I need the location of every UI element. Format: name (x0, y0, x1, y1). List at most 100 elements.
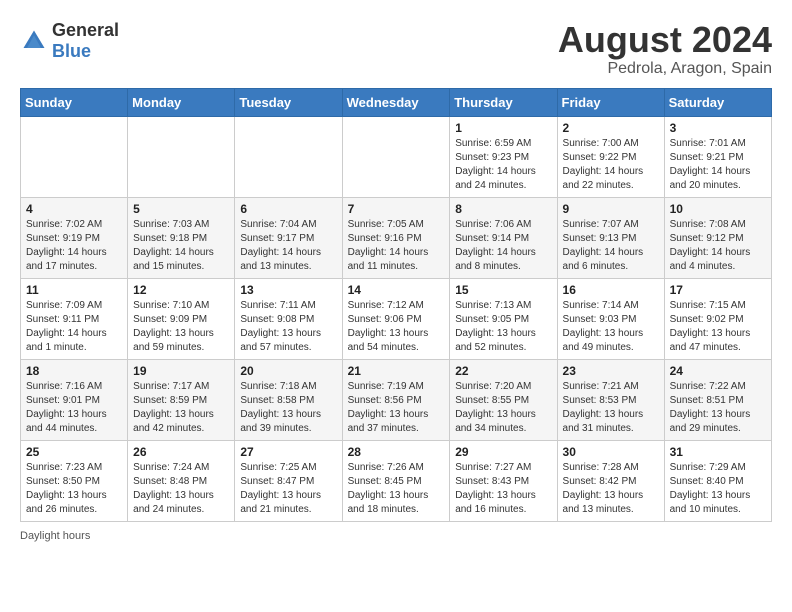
calendar-cell: 9Sunrise: 7:07 AMSunset: 9:13 PMDaylight… (557, 197, 664, 278)
calendar-week-row: 1 Sunrise: 6:59 AMSunset: 9:23 PMDaylight… (21, 116, 772, 197)
calendar-cell: 26 Sunrise: 7:24 AMSunset: 8:48 PMDayligh… (128, 440, 235, 521)
day-header-tuesday: Tuesday (235, 88, 342, 116)
day-info: Sunrise: 7:03 AMSunset: 9:18 PMDaylight:… (133, 218, 229, 274)
day-info: Sunrise: 7:20 AMSunset: 8:55 PMDaylight:… (455, 380, 551, 436)
day-info: Sunrise: 7:14 AMSunset: 9:03 PMDaylight:… (563, 299, 659, 355)
calendar-week-row: 25Sunrise: 7:23 AMSunset: 8:50 PMDayligh… (21, 440, 772, 521)
calendar-cell (342, 116, 450, 197)
calendar-cell: 31 Sunrise: 7:29 AMSunset: 8:40 PMDayligh… (664, 440, 771, 521)
day-info: Sunrise: 7:18 AMSunset: 8:58 PMDaylight:… (240, 380, 336, 436)
day-number: 10 (670, 202, 766, 216)
day-info: Sunrise: 7:07 AMSunset: 9:13 PMDaylight:… (563, 218, 659, 274)
calendar-cell: 22 Sunrise: 7:20 AMSunset: 8:55 PMDayligh… (450, 359, 557, 440)
day-info: Sunrise: 7:16 AMSunset: 9:01 PMDaylight:… (26, 380, 122, 436)
day-info: Sunrise: 7:15 AMSunset: 9:02 PMDaylight:… (670, 299, 766, 355)
day-number: 7 (348, 202, 445, 216)
day-number: 14 (348, 283, 445, 297)
day-number: 1 (455, 121, 551, 135)
day-header-friday: Friday (557, 88, 664, 116)
calendar-week-row: 18Sunrise: 7:16 AMSunset: 9:01 PMDayligh… (21, 359, 772, 440)
page-header: General Blue August 2024 Pedrola, Aragon… (20, 20, 772, 78)
calendar-cell: 29 Sunrise: 7:27 AMSunset: 8:43 PMDayligh… (450, 440, 557, 521)
calendar-cell: 5Sunrise: 7:03 AMSunset: 9:18 PMDaylight… (128, 197, 235, 278)
day-info: Sunrise: 7:29 AMSunset: 8:40 PMDaylight:… (670, 461, 766, 517)
day-info: Sunrise: 7:00 AMSunset: 9:22 PMDaylight:… (563, 137, 659, 193)
day-info: Sunrise: 7:17 AMSunset: 8:59 PMDaylight:… (133, 380, 229, 436)
day-number: 21 (348, 364, 445, 378)
calendar-cell: 6 Sunrise: 7:04 AMSunset: 9:17 PMDaylight… (235, 197, 342, 278)
day-info: Sunrise: 7:24 AMSunset: 8:48 PMDaylight:… (133, 461, 229, 517)
logo: General Blue (20, 20, 119, 62)
day-number: 13 (240, 283, 336, 297)
day-info: Sunrise: 7:12 AMSunset: 9:06 PMDaylight:… (348, 299, 445, 355)
day-info: Sunrise: 7:22 AMSunset: 8:51 PMDaylight:… (670, 380, 766, 436)
calendar-cell: 27Sunrise: 7:25 AMSunset: 8:47 PMDayligh… (235, 440, 342, 521)
calendar-cell: 7 Sunrise: 7:05 AMSunset: 9:16 PMDaylight… (342, 197, 450, 278)
day-info: Sunrise: 7:11 AMSunset: 9:08 PMDaylight:… (240, 299, 336, 355)
calendar-cell: 1 Sunrise: 6:59 AMSunset: 9:23 PMDaylight… (450, 116, 557, 197)
day-info: Sunrise: 7:05 AMSunset: 9:16 PMDaylight:… (348, 218, 445, 274)
day-number: 26 (133, 445, 229, 459)
day-number: 20 (240, 364, 336, 378)
calendar-cell: 17 Sunrise: 7:15 AMSunset: 9:02 PMDayligh… (664, 278, 771, 359)
calendar-cell: 20 Sunrise: 7:18 AMSunset: 8:58 PMDayligh… (235, 359, 342, 440)
day-number: 29 (455, 445, 551, 459)
day-info: Sunrise: 7:02 AMSunset: 9:19 PMDaylight:… (26, 218, 122, 274)
logo-text-blue: Blue (52, 41, 91, 61)
day-number: 15 (455, 283, 551, 297)
calendar-cell: 4 Sunrise: 7:02 AMSunset: 9:19 PMDaylight… (21, 197, 128, 278)
day-info: Sunrise: 7:10 AMSunset: 9:09 PMDaylight:… (133, 299, 229, 355)
day-number: 3 (670, 121, 766, 135)
day-header-wednesday: Wednesday (342, 88, 450, 116)
day-number: 8 (455, 202, 551, 216)
day-number: 28 (348, 445, 445, 459)
day-header-saturday: Saturday (664, 88, 771, 116)
day-info: Sunrise: 7:04 AMSunset: 9:17 PMDaylight:… (240, 218, 336, 274)
calendar-cell: 3 Sunrise: 7:01 AMSunset: 9:21 PMDaylight… (664, 116, 771, 197)
location-subtitle: Pedrola, Aragon, Spain (558, 60, 772, 78)
day-info: Sunrise: 7:26 AMSunset: 8:45 PMDaylight:… (348, 461, 445, 517)
day-number: 4 (26, 202, 122, 216)
day-number: 25 (26, 445, 122, 459)
footer-note: Daylight hours (20, 530, 772, 542)
calendar-cell: 30Sunrise: 7:28 AMSunset: 8:42 PMDayligh… (557, 440, 664, 521)
day-number: 19 (133, 364, 229, 378)
day-number: 12 (133, 283, 229, 297)
day-info: Sunrise: 7:08 AMSunset: 9:12 PMDaylight:… (670, 218, 766, 274)
day-info: Sunrise: 6:59 AMSunset: 9:23 PMDaylight:… (455, 137, 551, 193)
day-number: 22 (455, 364, 551, 378)
calendar-cell: 18Sunrise: 7:16 AMSunset: 9:01 PMDayligh… (21, 359, 128, 440)
calendar-cell: 21Sunrise: 7:19 AMSunset: 8:56 PMDayligh… (342, 359, 450, 440)
day-info: Sunrise: 7:13 AMSunset: 9:05 PMDaylight:… (455, 299, 551, 355)
calendar-week-row: 4 Sunrise: 7:02 AMSunset: 9:19 PMDaylight… (21, 197, 772, 278)
calendar-week-row: 11Sunrise: 7:09 AMSunset: 9:11 PMDayligh… (21, 278, 772, 359)
calendar-header-row: SundayMondayTuesdayWednesdayThursdayFrid… (21, 88, 772, 116)
day-number: 17 (670, 283, 766, 297)
day-number: 27 (240, 445, 336, 459)
day-info: Sunrise: 7:21 AMSunset: 8:53 PMDaylight:… (563, 380, 659, 436)
day-info: Sunrise: 7:09 AMSunset: 9:11 PMDaylight:… (26, 299, 122, 355)
day-header-sunday: Sunday (21, 88, 128, 116)
calendar-cell: 13 Sunrise: 7:11 AMSunset: 9:08 PMDayligh… (235, 278, 342, 359)
calendar-cell: 28 Sunrise: 7:26 AMSunset: 8:45 PMDayligh… (342, 440, 450, 521)
calendar-cell: 14 Sunrise: 7:12 AMSunset: 9:06 PMDayligh… (342, 278, 450, 359)
day-number: 6 (240, 202, 336, 216)
day-info: Sunrise: 7:27 AMSunset: 8:43 PMDaylight:… (455, 461, 551, 517)
month-year-title: August 2024 (558, 20, 772, 60)
day-number: 24 (670, 364, 766, 378)
logo-text-general: General (52, 20, 119, 40)
day-info: Sunrise: 7:28 AMSunset: 8:42 PMDaylight:… (563, 461, 659, 517)
calendar-cell: 23Sunrise: 7:21 AMSunset: 8:53 PMDayligh… (557, 359, 664, 440)
day-header-thursday: Thursday (450, 88, 557, 116)
calendar-cell (235, 116, 342, 197)
calendar-cell: 8 Sunrise: 7:06 AMSunset: 9:14 PMDaylight… (450, 197, 557, 278)
calendar-cell (21, 116, 128, 197)
calendar-cell: 10 Sunrise: 7:08 AMSunset: 9:12 PMDayligh… (664, 197, 771, 278)
calendar-cell (128, 116, 235, 197)
day-header-monday: Monday (128, 88, 235, 116)
day-info: Sunrise: 7:01 AMSunset: 9:21 PMDaylight:… (670, 137, 766, 193)
day-info: Sunrise: 7:06 AMSunset: 9:14 PMDaylight:… (455, 218, 551, 274)
day-number: 31 (670, 445, 766, 459)
logo-icon (20, 27, 48, 55)
calendar-table: SundayMondayTuesdayWednesdayThursdayFrid… (20, 88, 772, 522)
